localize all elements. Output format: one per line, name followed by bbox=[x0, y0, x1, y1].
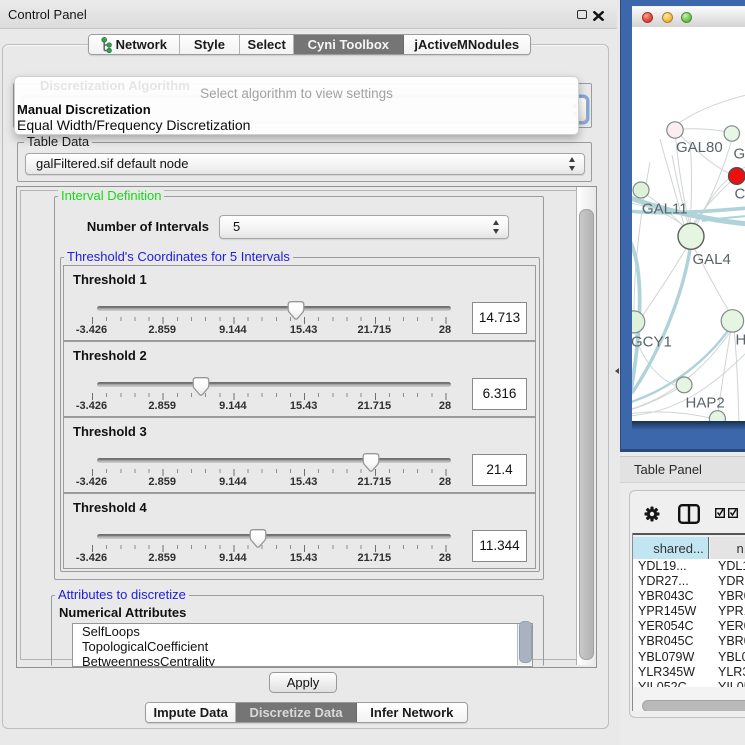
svg-text:HA: HA bbox=[736, 332, 745, 349]
svg-text:GA: GA bbox=[734, 146, 745, 163]
svg-text:GCY1: GCY1 bbox=[632, 334, 672, 351]
svg-text:GAL11: GAL11 bbox=[642, 201, 688, 218]
svg-text:C: C bbox=[735, 186, 745, 203]
svg-text:GAL4: GAL4 bbox=[693, 251, 731, 268]
svg-text:HAP2: HAP2 bbox=[686, 395, 725, 412]
svg-text:GAL80: GAL80 bbox=[676, 139, 723, 156]
